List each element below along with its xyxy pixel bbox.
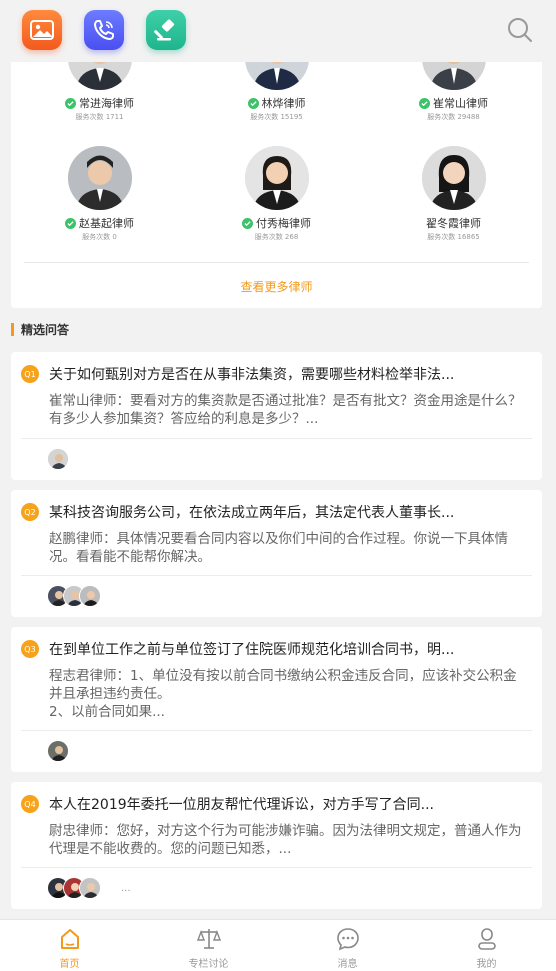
verified-check-icon — [65, 97, 76, 109]
question-title[interactable]: 在到单位工作之前与单位签订了住院医师规范化培训合同书，明... — [49, 639, 454, 659]
qa-card[interactable]: Q3 在到单位工作之前与单位签订了住院医师规范化培训合同书，明... 程志君律师… — [11, 627, 542, 772]
lawyer-list-card: 常进海律师 服务次数 1711 林烨律师 服务次数 15195 崔常山律师 服务… — [11, 40, 542, 308]
nav-label: 消息 — [337, 959, 358, 970]
more-lawyers-link[interactable]: 查看更多律师 — [11, 278, 542, 295]
verified-check-icon — [65, 217, 76, 229]
answer-text: 程志君律师：1、单位没有按以前合同书缴纳公积金违反合同，应该补交公积金并且承担违… — [49, 668, 517, 720]
top-bar — [0, 0, 556, 62]
accent-bar — [11, 322, 14, 336]
lawyer-name: 付秀梅律师 — [256, 217, 311, 230]
avatar — [244, 146, 309, 210]
verified-check-icon — [242, 217, 253, 229]
answerer-avatars — [47, 740, 69, 762]
service-count: 服务次数 16865 — [427, 233, 480, 241]
lawyer-name: 翟冬霞律师 — [426, 217, 481, 230]
question-title[interactable]: 关于如何甄别对方是否在从事非法集资，需要哪些材料检举非法... — [49, 364, 454, 384]
nav-messages[interactable]: 消息 — [278, 920, 417, 971]
avatar — [47, 448, 69, 470]
divider — [21, 730, 532, 731]
lawyer-name: 林烨律师 — [261, 97, 306, 110]
verified-check-icon — [247, 97, 259, 109]
nav-label: 我的 — [476, 959, 497, 970]
answerer-avatars — [47, 448, 69, 470]
service-count: 服务次数 0 — [82, 233, 117, 241]
bottom-nav: 首页 专栏讨论 消息 我的 — [0, 919, 556, 971]
question-badge: Q3 — [21, 640, 39, 658]
chat-icon — [336, 928, 359, 951]
answer-text: 崔常山律师：要看对方的集资款是否通过批准？是否有批文？资金用途是什么？有多少人参… — [49, 393, 522, 427]
service-count: 服务次数 15195 — [250, 113, 303, 121]
answer-text: 尉忠律师：您好，对方这个行为可能涉嫌诈骗。因为法律明文规定，普通人作为代理是不能… — [49, 823, 522, 857]
answerer-avatars: ... — [47, 877, 131, 899]
scale-icon — [196, 929, 221, 949]
phone-icon[interactable] — [84, 10, 124, 50]
lawyer-item[interactable]: 付秀梅律师 服务次数 268 — [188, 146, 365, 242]
answer-text: 赵鹏律师：具体情况要看合同内容以及你们中间的合作过程。你说一下具体情况。看看能不… — [49, 531, 508, 565]
question-title[interactable]: 某科技咨询服务公司，在依法成立两年后，其法定代表人董事长... — [49, 502, 454, 522]
lawyer-name: 崔常山律师 — [433, 97, 488, 110]
section-title: 精选问答 — [11, 320, 69, 338]
more-answerers: ... — [121, 882, 131, 894]
avatar — [79, 585, 101, 607]
divider — [21, 575, 532, 576]
nav-label: 专栏讨论 — [188, 959, 229, 970]
lawyer-item[interactable]: 赵基起律师 服务次数 0 — [11, 146, 188, 242]
question-title[interactable]: 本人在2019年委托一位朋友帮忙代理诉讼，对方手写了合同... — [49, 794, 434, 814]
gallery-icon[interactable] — [22, 10, 62, 50]
divider — [24, 262, 529, 263]
nav-home[interactable]: 首页 — [0, 920, 139, 971]
section-title-text: 精选问答 — [21, 322, 70, 337]
question-badge: Q1 — [21, 365, 39, 383]
nav-column-discussion[interactable]: 专栏讨论 — [139, 920, 278, 971]
service-count: 服务次数 268 — [254, 233, 299, 241]
qa-card[interactable]: Q2 某科技咨询服务公司，在依法成立两年后，其法定代表人董事长... 赵鹏律师：… — [11, 490, 542, 617]
nav-label: 首页 — [59, 959, 80, 970]
lawyer-name: 赵基起律师 — [79, 217, 134, 230]
verified-check-icon — [419, 97, 430, 109]
qa-card[interactable]: Q1 关于如何甄别对方是否在从事非法集资，需要哪些材料检举非法... 崔常山律师… — [11, 352, 542, 480]
search-icon[interactable] — [506, 16, 534, 44]
divider — [21, 438, 532, 439]
lawyer-name: 常进海律师 — [79, 97, 134, 110]
question-badge: Q4 — [21, 795, 39, 813]
answerer-avatars — [47, 585, 101, 607]
qa-card[interactable]: Q4 本人在2019年委托一位朋友帮忙代理诉讼，对方手写了合同... 尉忠律师：… — [11, 782, 542, 909]
avatar — [67, 146, 132, 210]
nav-mine[interactable]: 我的 — [417, 920, 556, 971]
home-icon — [60, 929, 79, 949]
lawyer-item[interactable]: 翟冬霞律师 服务次数 16865 — [365, 146, 542, 242]
question-badge: Q2 — [21, 503, 39, 521]
gavel-icon[interactable] — [146, 10, 186, 50]
service-count: 服务次数 29488 — [427, 113, 480, 121]
service-count: 服务次数 1711 — [75, 113, 124, 121]
user-icon — [477, 928, 496, 950]
avatar — [421, 146, 486, 210]
divider — [21, 867, 532, 868]
avatar — [47, 740, 69, 762]
avatar — [79, 877, 101, 899]
